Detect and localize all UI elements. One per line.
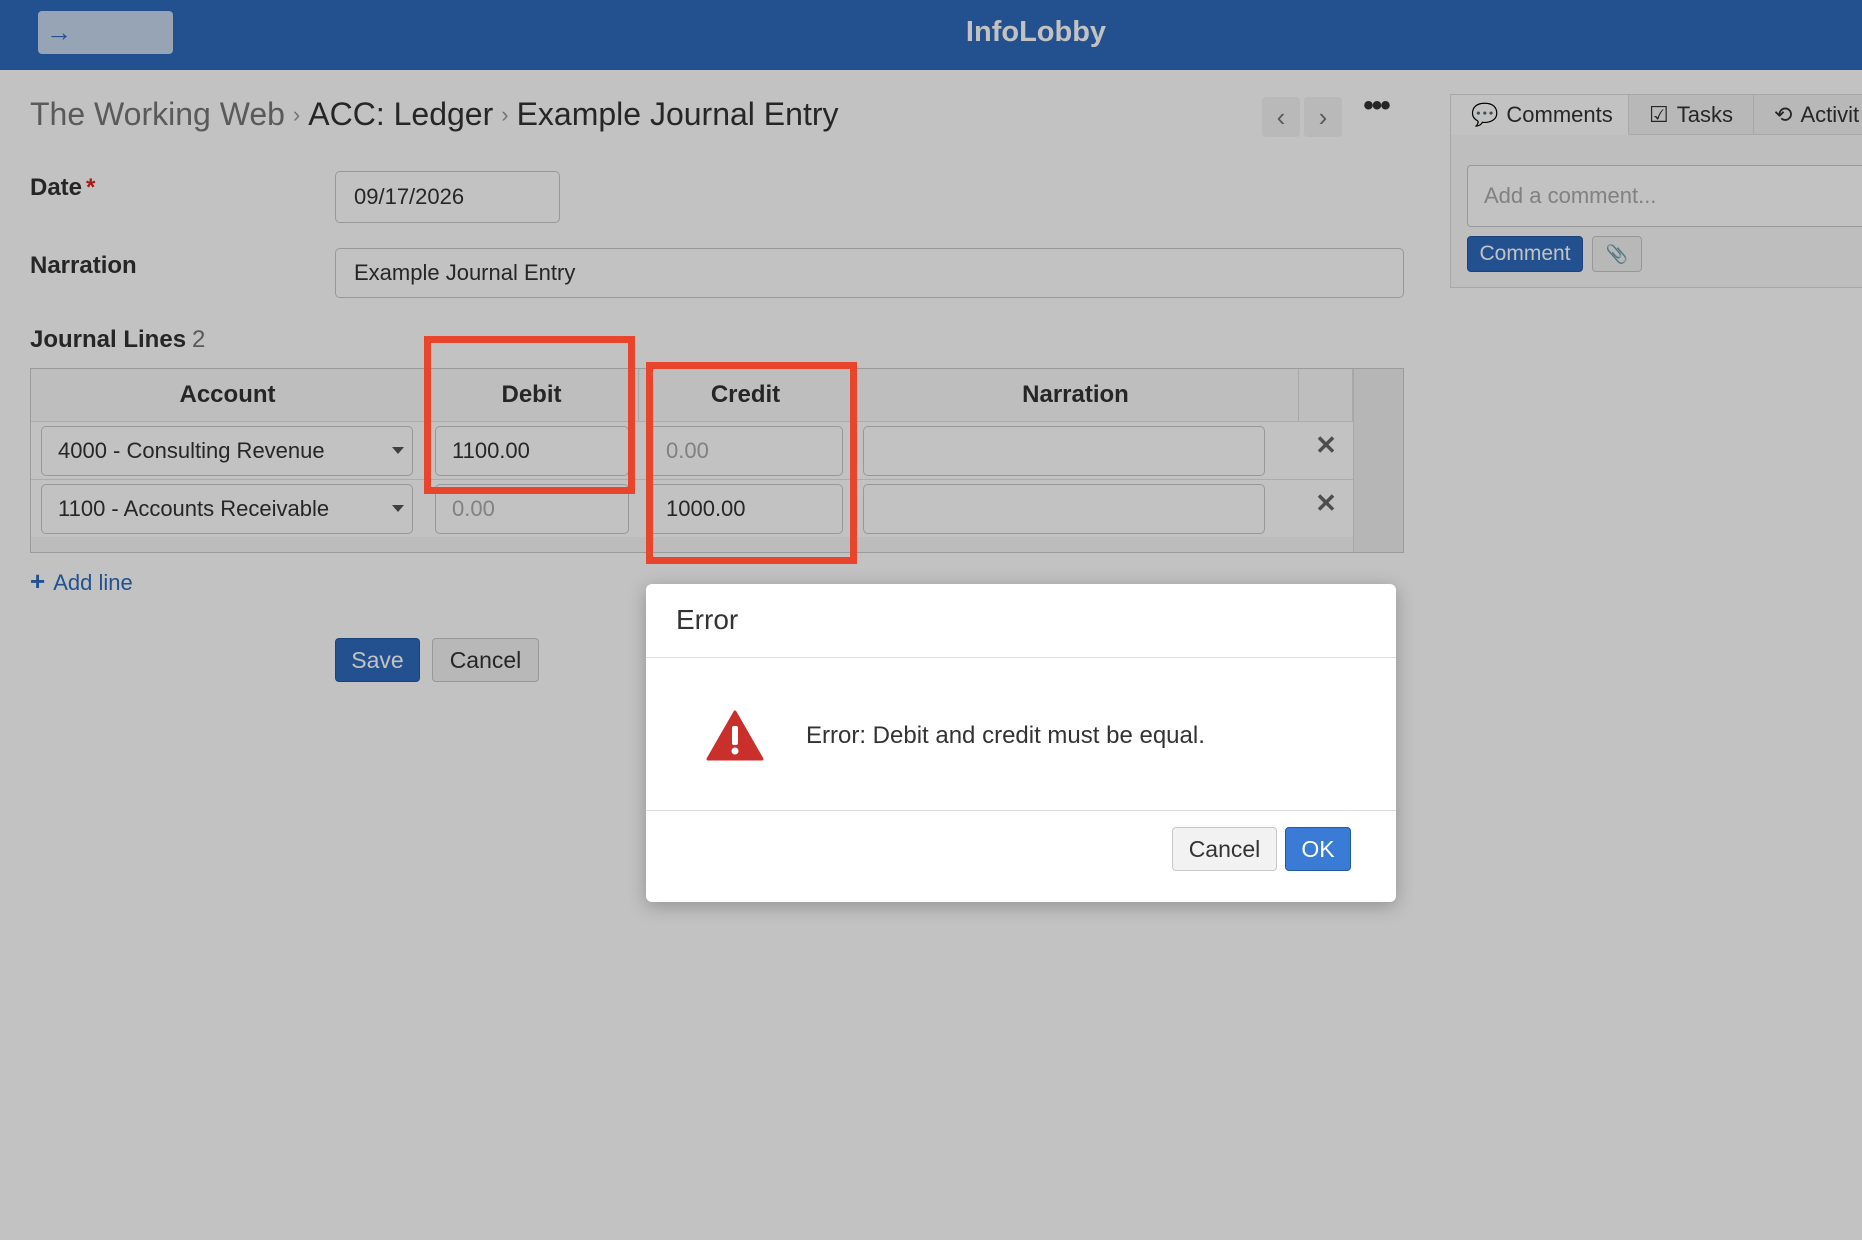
dialog-cancel-button[interactable]: Cancel	[1172, 827, 1277, 871]
dialog-header: Error	[646, 584, 1396, 658]
dialog-footer: Cancel OK	[646, 810, 1396, 902]
warning-icon	[706, 710, 764, 761]
dialog-body: Error: Debit and credit must be equal.	[646, 658, 1396, 810]
dialog-ok-button[interactable]: OK	[1285, 827, 1351, 871]
dialog-title: Error	[676, 604, 739, 635]
error-dialog: Error Error: Debit and credit must be eq…	[646, 584, 1396, 902]
dialog-message: Error: Debit and credit must be equal.	[806, 722, 1205, 749]
